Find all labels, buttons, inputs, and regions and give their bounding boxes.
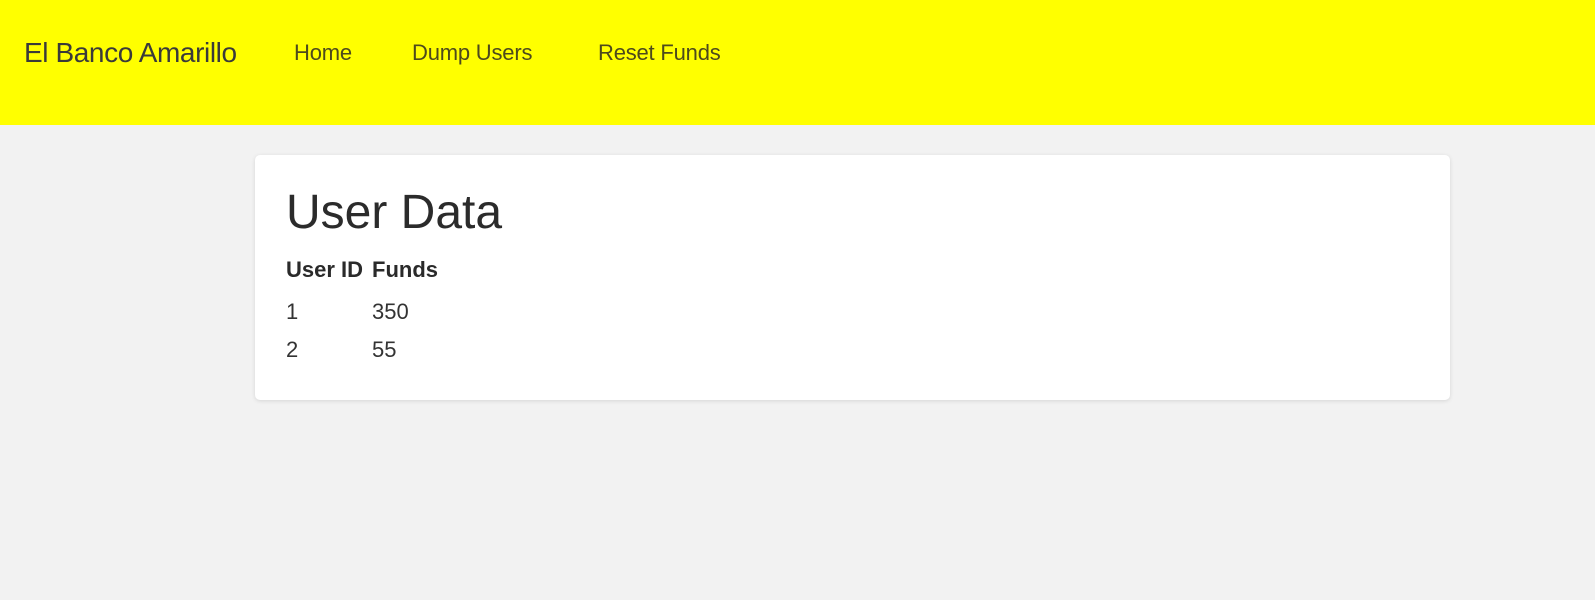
cell-user-id: 1 <box>286 299 299 324</box>
column-header-funds: Funds <box>372 257 438 282</box>
cell-user-id: 2 <box>286 337 299 362</box>
brand-link[interactable]: El Banco Amarillo <box>24 37 237 69</box>
user-data-card: User Data User ID Funds 1 350 2 55 <box>255 155 1450 400</box>
top-navbar: El Banco Amarillo Home Dump Users Reset … <box>0 0 1595 125</box>
column-header-user-id: User ID <box>286 257 364 282</box>
nav-link-home[interactable]: Home <box>294 40 352 66</box>
user-data-table: User ID Funds 1 350 2 55 <box>286 257 438 363</box>
table-row: 1 350 <box>286 287 438 325</box>
cell-funds: 350 <box>372 299 409 324</box>
page-title: User Data <box>286 186 503 239</box>
table-header-row: User ID Funds <box>286 257 438 287</box>
nav-link-dump-users[interactable]: Dump Users <box>412 40 532 66</box>
nav-link-reset-funds[interactable]: Reset Funds <box>598 40 721 66</box>
cell-funds: 55 <box>372 337 397 362</box>
table-row: 2 55 <box>286 325 438 363</box>
